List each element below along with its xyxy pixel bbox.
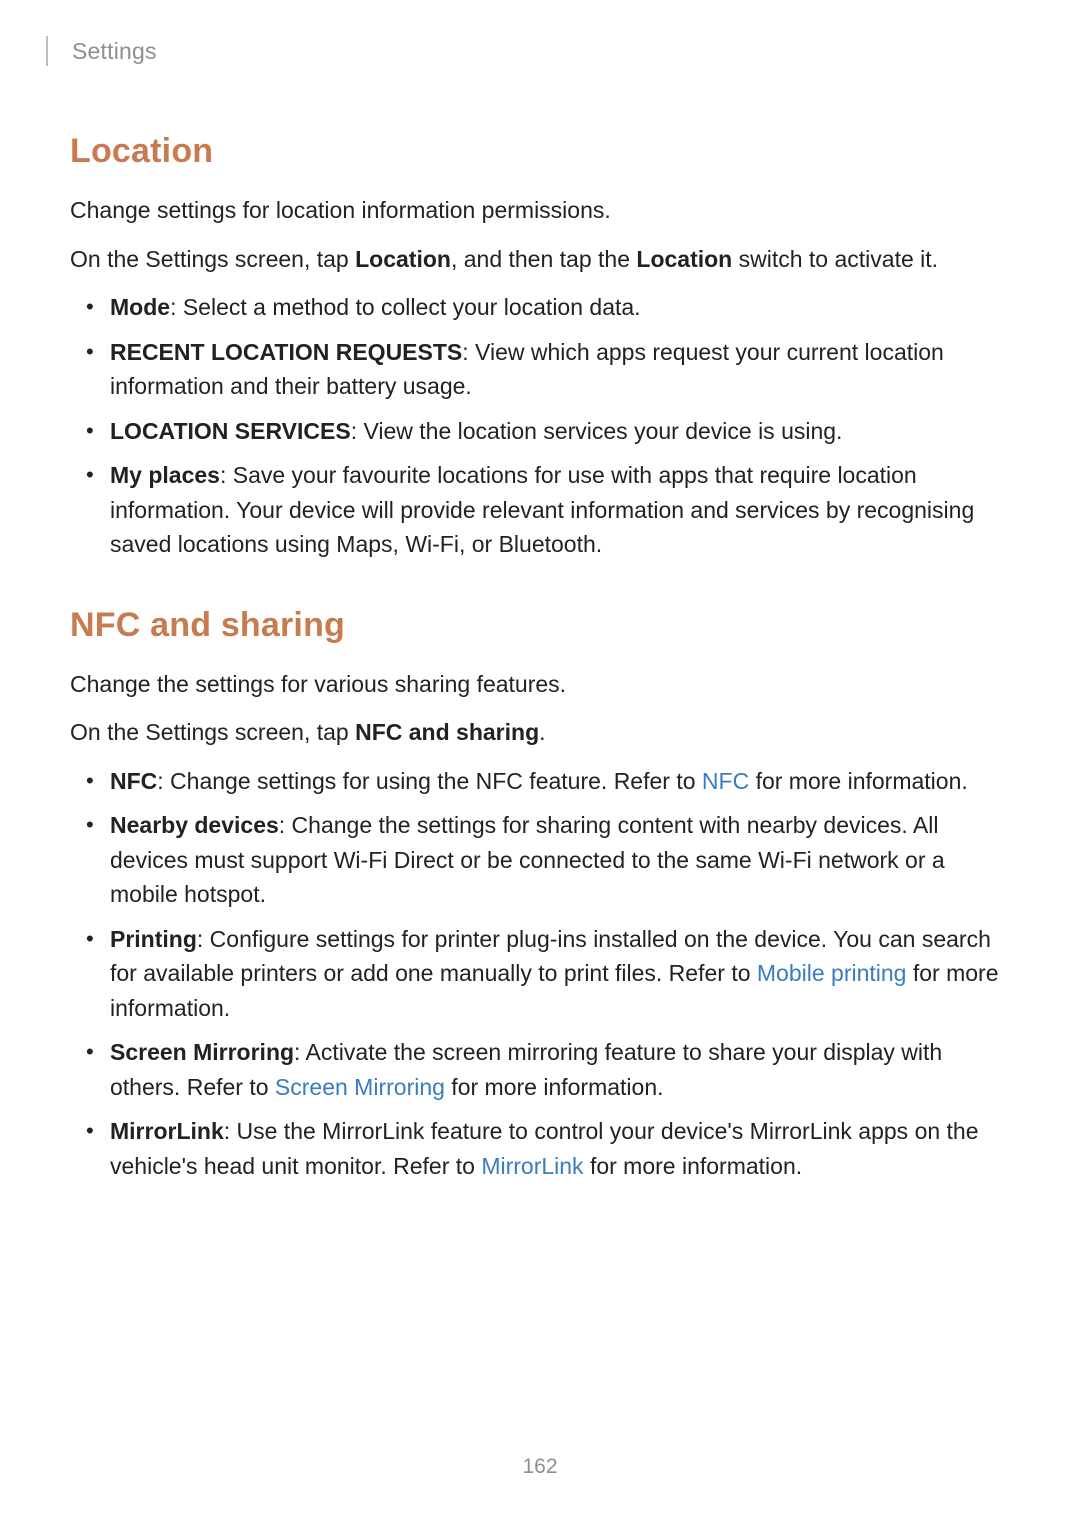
item-text: : Select a method to collect your locati… [170, 294, 641, 320]
list-item: RECENT LOCATION REQUESTS: View which app… [70, 335, 1010, 404]
location-list: Mode: Select a method to collect your lo… [70, 290, 1010, 562]
link-mirrorlink[interactable]: MirrorLink [481, 1153, 583, 1179]
item-label: Nearby devices [110, 812, 279, 838]
link-screen-mirroring[interactable]: Screen Mirroring [275, 1074, 445, 1100]
bold-text: NFC and sharing [355, 719, 539, 745]
page: Settings Location Change settings for lo… [0, 0, 1080, 1183]
section-heading-location: Location [70, 132, 1010, 171]
item-label: Mode [110, 294, 170, 320]
location-intro-2: On the Settings screen, tap Location, an… [70, 242, 1010, 277]
bold-text: Location [636, 246, 732, 272]
item-label: LOCATION SERVICES [110, 418, 351, 444]
bold-text: Location [355, 246, 451, 272]
text: . [539, 719, 545, 745]
item-label: Screen Mirroring [110, 1039, 294, 1065]
list-item: Printing: Configure settings for printer… [70, 922, 1010, 1026]
nfc-intro-2: On the Settings screen, tap NFC and shar… [70, 715, 1010, 750]
item-label: NFC [110, 768, 157, 794]
text: , and then tap the [451, 246, 636, 272]
item-label: RECENT LOCATION REQUESTS [110, 339, 462, 365]
list-item: Screen Mirroring: Activate the screen mi… [70, 1035, 1010, 1104]
link-mobile-printing[interactable]: Mobile printing [757, 960, 907, 986]
text: On the Settings screen, tap [70, 719, 355, 745]
list-item: My places: Save your favourite locations… [70, 458, 1010, 562]
nfc-intro-1: Change the settings for various sharing … [70, 667, 1010, 702]
section-heading-nfc: NFC and sharing [70, 606, 1010, 645]
list-item: Nearby devices: Change the settings for … [70, 808, 1010, 912]
list-item: LOCATION SERVICES: View the location ser… [70, 414, 1010, 449]
item-text: for more information. [445, 1074, 664, 1100]
item-text: : Save your favourite locations for use … [110, 462, 974, 557]
item-text: for more information. [584, 1153, 803, 1179]
page-number: 162 [0, 1455, 1080, 1479]
breadcrumb: Settings [72, 38, 157, 65]
item-label: Printing [110, 926, 197, 952]
item-text: : View the location services your device… [351, 418, 843, 444]
item-text: : Change settings for using the NFC feat… [157, 768, 702, 794]
item-label: My places [110, 462, 220, 488]
text: On the Settings screen, tap [70, 246, 355, 272]
link-nfc[interactable]: NFC [702, 768, 749, 794]
nfc-list: NFC: Change settings for using the NFC f… [70, 764, 1010, 1184]
list-item: Mode: Select a method to collect your lo… [70, 290, 1010, 325]
list-item: MirrorLink: Use the MirrorLink feature t… [70, 1114, 1010, 1183]
text: switch to activate it. [732, 246, 938, 272]
item-text: for more information. [749, 768, 968, 794]
list-item: NFC: Change settings for using the NFC f… [70, 764, 1010, 799]
location-intro-1: Change settings for location information… [70, 193, 1010, 228]
item-label: MirrorLink [110, 1118, 224, 1144]
page-header: Settings [46, 36, 1010, 66]
header-tick-icon [46, 36, 48, 66]
